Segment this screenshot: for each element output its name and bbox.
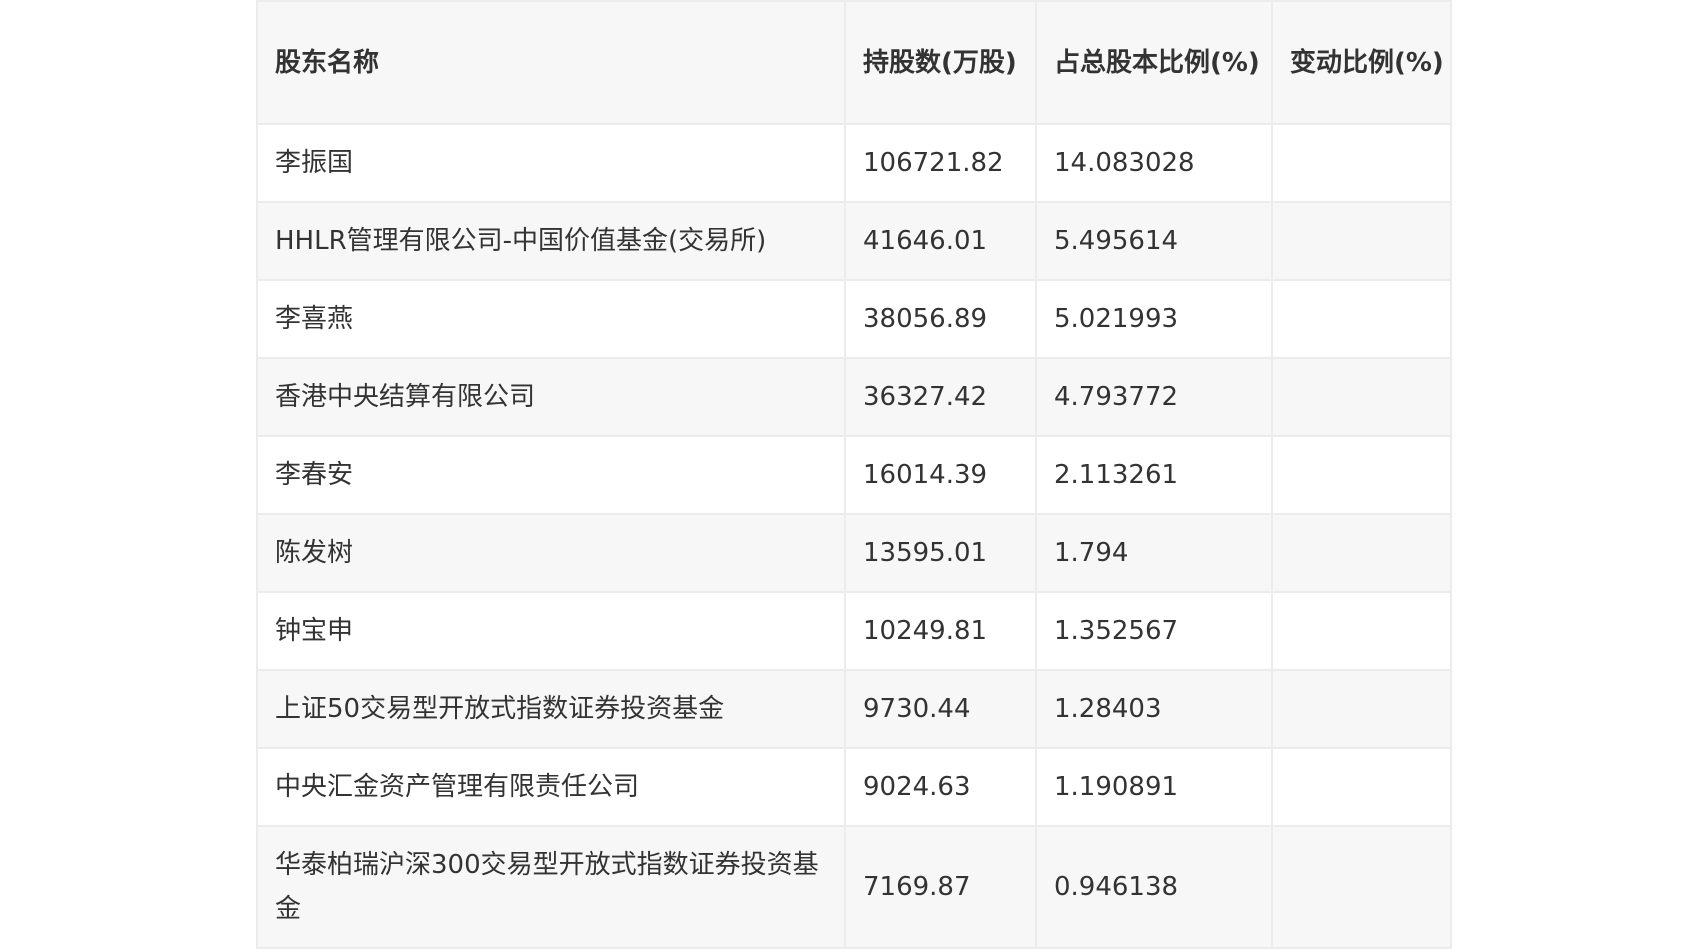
cell-name: 陈发树 xyxy=(256,513,846,593)
cell-shares: 41646.01 xyxy=(844,201,1037,281)
header-row: 股东名称 持股数(万股) 占总股本比例(%) 变动比例(%) xyxy=(256,0,1452,125)
cell-shares: 9024.63 xyxy=(844,747,1037,827)
cell-shares: 13595.01 xyxy=(844,513,1037,593)
cell-ratio: 1.352567 xyxy=(1035,591,1273,671)
cell-shares: 36327.42 xyxy=(844,357,1037,437)
table-row: 中央汇金资产管理有限责任公司 9024.63 1.190891 xyxy=(256,747,1452,827)
cell-name: 李春安 xyxy=(256,435,846,515)
cell-name: HHLR管理有限公司-中国价值基金(交易所) xyxy=(256,201,846,281)
table-row: 上证50交易型开放式指数证券投资基金 9730.44 1.28403 xyxy=(256,669,1452,749)
cell-shares: 10249.81 xyxy=(844,591,1037,671)
table-row: 香港中央结算有限公司 36327.42 4.793772 xyxy=(256,357,1452,437)
cell-change xyxy=(1271,279,1452,359)
cell-name: 香港中央结算有限公司 xyxy=(256,357,846,437)
cell-ratio: 1.190891 xyxy=(1035,747,1273,827)
cell-name: 华泰柏瑞沪深300交易型开放式指数证券投资基金 xyxy=(256,825,846,949)
cell-shares: 16014.39 xyxy=(844,435,1037,515)
table-row: HHLR管理有限公司-中国价值基金(交易所) 41646.01 5.495614 xyxy=(256,201,1452,281)
shareholders-table-container: 股东名称 持股数(万股) 占总股本比例(%) 变动比例(%) 李振国 10672… xyxy=(256,0,1452,949)
cell-change xyxy=(1271,435,1452,515)
cell-ratio: 4.793772 xyxy=(1035,357,1273,437)
cell-name: 中央汇金资产管理有限责任公司 xyxy=(256,747,846,827)
table-row: 李喜燕 38056.89 5.021993 xyxy=(256,279,1452,359)
cell-shares: 38056.89 xyxy=(844,279,1037,359)
cell-ratio: 2.113261 xyxy=(1035,435,1273,515)
table-row: 李春安 16014.39 2.113261 xyxy=(256,435,1452,515)
cell-ratio: 5.495614 xyxy=(1035,201,1273,281)
cell-ratio: 0.946138 xyxy=(1035,825,1273,949)
header-change: 变动比例(%) xyxy=(1271,0,1452,125)
cell-change xyxy=(1271,123,1452,203)
shareholders-table: 股东名称 持股数(万股) 占总股本比例(%) 变动比例(%) 李振国 10672… xyxy=(256,0,1452,949)
cell-shares: 9730.44 xyxy=(844,669,1037,749)
table-row: 华泰柏瑞沪深300交易型开放式指数证券投资基金 7169.87 0.946138 xyxy=(256,825,1452,949)
cell-name: 李喜燕 xyxy=(256,279,846,359)
header-shareholder-name: 股东名称 xyxy=(256,0,846,125)
cell-change xyxy=(1271,201,1452,281)
cell-ratio: 1.794 xyxy=(1035,513,1273,593)
cell-ratio: 1.28403 xyxy=(1035,669,1273,749)
cell-change xyxy=(1271,591,1452,671)
header-shares: 持股数(万股) xyxy=(844,0,1037,125)
cell-shares: 106721.82 xyxy=(844,123,1037,203)
table-row: 李振国 106721.82 14.083028 xyxy=(256,123,1452,203)
table-row: 陈发树 13595.01 1.794 xyxy=(256,513,1452,593)
cell-ratio: 14.083028 xyxy=(1035,123,1273,203)
cell-ratio: 5.021993 xyxy=(1035,279,1273,359)
cell-change xyxy=(1271,513,1452,593)
cell-name: 上证50交易型开放式指数证券投资基金 xyxy=(256,669,846,749)
table-body: 李振国 106721.82 14.083028 HHLR管理有限公司-中国价值基… xyxy=(256,123,1452,949)
cell-change xyxy=(1271,357,1452,437)
cell-name: 李振国 xyxy=(256,123,846,203)
cell-shares: 7169.87 xyxy=(844,825,1037,949)
cell-name: 钟宝申 xyxy=(256,591,846,671)
table-header: 股东名称 持股数(万股) 占总股本比例(%) 变动比例(%) xyxy=(256,0,1452,125)
cell-change xyxy=(1271,747,1452,827)
cell-change xyxy=(1271,825,1452,949)
header-ratio: 占总股本比例(%) xyxy=(1035,0,1273,125)
cell-change xyxy=(1271,669,1452,749)
table-row: 钟宝申 10249.81 1.352567 xyxy=(256,591,1452,671)
